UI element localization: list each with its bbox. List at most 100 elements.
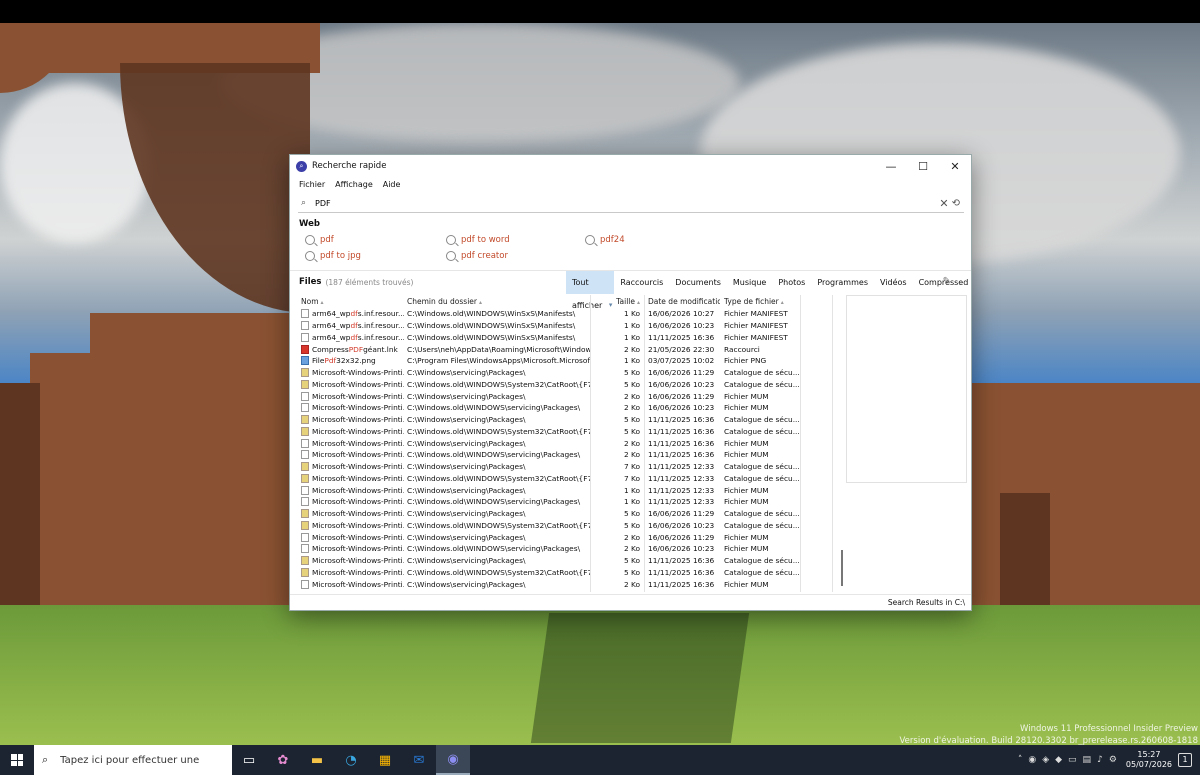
table-row[interactable]: Microsoft-Windows-Printi... C:\Windows.ol… [296,496,844,508]
web-suggestion-pdf-to-jpg[interactable]: pdf to jpg [305,251,361,261]
cell-date: 16/06/2026 10:23 [648,403,715,413]
tab-videos[interactable]: Vidéos [874,271,913,294]
files-section-title: Files [299,277,322,287]
table-row[interactable]: Microsoft-Windows-Printi... C:\Windows.ol… [296,543,844,555]
cell-date: 16/06/2026 10:27 [648,309,715,319]
table-row[interactable]: Microsoft-Windows-Printi... C:\Windows\se… [296,461,844,473]
maximize-button[interactable]: ☐ [907,155,939,177]
table-row[interactable]: File Pdf 32x32.png C:\Program Files\Windows… [296,355,844,367]
defender-icon[interactable]: ◈ [1042,755,1049,765]
table-row[interactable]: Microsoft-Windows-Printi... C:\Windows\se… [296,531,844,543]
cell-type: Fichier MUM [724,403,769,413]
tab-musique[interactable]: Musique [727,271,772,294]
tab-raccourcis[interactable]: Raccourcis [614,271,669,294]
table-row[interactable]: Microsoft-Windows-Printi... C:\Windows\se… [296,508,844,520]
tab-photos[interactable]: Photos [772,271,811,294]
cell-date: 16/06/2026 10:23 [648,321,715,331]
edit-icon[interactable]: ✎ [943,276,951,287]
cell-size: 1 Ko [623,356,640,366]
history-icon[interactable]: ⟲ [952,198,960,209]
table-row[interactable]: Compress PDF géant.lnk C:\Users\neh\AppDa… [296,343,844,355]
table-row[interactable]: arm64_wp df s.inf.resour... C:\Windows.old\… [296,320,844,332]
scrollbar-thumb[interactable] [841,550,843,586]
menu-aide[interactable]: Aide [378,180,406,189]
table-row[interactable]: Microsoft-Windows-Printi... C:\Windows\se… [296,414,844,426]
cell-type: Catalogue de sécu... [724,473,800,483]
cell-date: 16/06/2026 10:23 [648,520,715,530]
network-icon[interactable]: ▤ [1083,755,1092,765]
taskbar-search[interactable]: ⌕ Tapez ici pour effectuer une [34,745,232,775]
document-file-icon [301,544,309,554]
search-app-icon[interactable]: ◉ [436,745,470,775]
app-tray-icon[interactable]: ◆ [1055,755,1062,765]
web-suggestion-pdf24[interactable]: pdf24 [585,235,625,245]
table-row[interactable]: Microsoft-Windows-Printi... C:\Windows.ol… [296,402,844,414]
chevron-up-icon[interactable]: ˄ [1018,755,1023,765]
table-row[interactable]: arm64_wp df s.inf.resour... C:\Windows.old\… [296,308,844,320]
table-row[interactable]: Microsoft-Windows-Printi... C:\Windows.ol… [296,426,844,438]
cell-type: Fichier MANIFEST [724,332,788,342]
table-row[interactable]: Microsoft-Windows-Printi... C:\Windows\se… [296,367,844,379]
catalog-file-icon [301,473,309,483]
clear-icon[interactable]: ✕ [939,197,948,210]
catalog-file-icon [301,368,309,378]
table-row[interactable]: Microsoft-Windows-Printi... C:\Windows.ol… [296,520,844,532]
copilot-icon[interactable]: ✿ [266,745,300,775]
cell-name: Microsoft-Windows-Printi... [296,426,404,436]
cell-path: C:\Windows\servicing\Packages\ [407,368,526,378]
clock[interactable]: 15:27 05/07/2026 [1126,750,1172,770]
table-row[interactable]: Microsoft-Windows-Printi... C:\Windows\se… [296,555,844,567]
web-suggestion-pdf-creator[interactable]: pdf creator [446,251,508,261]
start-button[interactable] [0,745,34,775]
column-header-chemin[interactable]: Chemin du dossier ▴ [404,297,590,306]
catalog-file-icon [301,556,309,566]
column-header-taille[interactable]: Taille ▴ [590,297,644,306]
cell-type: Fichier MUM [724,450,769,460]
cell-size: 1 Ko [623,332,640,342]
close-button[interactable]: ✕ [939,155,971,177]
taskbar: ⌕ Tapez ici pour effectuer une ▭ ✿ ▬ ◔ ▦… [0,745,1200,775]
column-header-nom[interactable]: Nom ▴ [296,297,404,306]
cell-name: Compress PDF géant.lnk [296,344,404,354]
cell-date: 11/11/2025 16:36 [648,579,715,589]
edge-icon[interactable]: ◔ [334,745,368,775]
web-suggestion-pdf[interactable]: pdf [305,235,334,245]
table-row[interactable]: Microsoft-Windows-Printi... C:\Windows\se… [296,578,844,590]
cell-name: Microsoft-Windows-Printi... [296,379,404,389]
volume-icon[interactable]: ♪ [1097,755,1103,765]
table-row[interactable]: Microsoft-Windows-Printi... C:\Windows.ol… [296,449,844,461]
table-row[interactable]: Microsoft-Windows-Printi... C:\Windows\se… [296,437,844,449]
store-icon[interactable]: ▦ [368,745,402,775]
search-input[interactable] [315,198,915,208]
table-row[interactable]: Microsoft-Windows-Printi... C:\Windows.ol… [296,379,844,391]
file-explorer-icon[interactable]: ▬ [300,745,334,775]
table-row[interactable]: Microsoft-Windows-Printi... C:\Windows\se… [296,484,844,496]
column-header-type[interactable]: Type de fichier ▴ [720,297,800,306]
table-row[interactable]: Microsoft-Windows-Printi... C:\Windows\se… [296,390,844,402]
tab-documents[interactable]: Documents [669,271,727,294]
menu-fichier[interactable]: Fichier [294,180,330,189]
cell-path: C:\Windows.old\WINDOWS\System32\CatRoot\… [407,520,590,530]
search-app-tray-icon[interactable]: ◉ [1028,755,1036,765]
cell-size: 2 Ko [623,579,640,589]
outlook-icon[interactable]: ✉ [402,745,436,775]
table-row[interactable]: Microsoft-Windows-Printi... C:\Windows.ol… [296,473,844,485]
web-suggestion-pdf-to-word[interactable]: pdf to word [446,235,510,245]
task-view-icon[interactable]: ▭ [232,745,266,775]
table-row[interactable]: arm64_wp df s.inf.resour... C:\Windows.old\… [296,332,844,344]
search-app-icon: ⌕ [296,160,307,172]
cell-size: 1 Ko [623,309,640,319]
tab-programmes[interactable]: Programmes [811,271,874,294]
column-header-date[interactable]: Date de modification▴ [644,297,720,306]
cell-name: Microsoft-Windows-Printi... [296,579,404,589]
menu-affichage[interactable]: Affichage [330,180,378,189]
catalog-file-icon [301,379,309,389]
notification-icon[interactable]: 1 [1178,753,1192,767]
minimize-button[interactable]: — [875,155,907,177]
battery-icon[interactable]: ▭ [1068,755,1077,765]
settings-icon[interactable]: ⚙ [1109,755,1117,765]
table-row[interactable]: Microsoft-Windows-Printi... C:\Windows.ol… [296,567,844,579]
cell-path: C:\Windows\servicing\Packages\ [407,415,526,425]
title-bar[interactable]: ⌕ Recherche rapide — ☐ ✕ [290,155,971,177]
tab-tout-afficher[interactable]: Tout afficher [566,271,615,317]
